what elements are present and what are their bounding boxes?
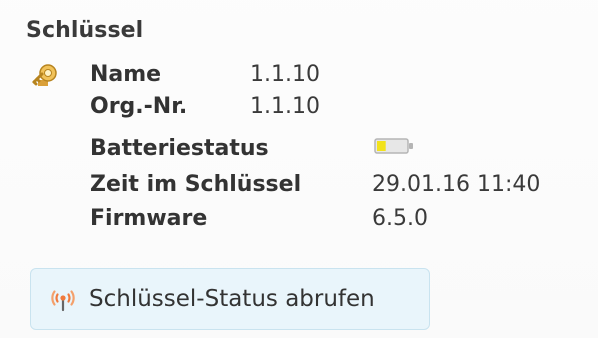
time-in-key-value: 29.01.16 11:40 [372,172,541,197]
name-label: Name [90,62,162,87]
key-icon [32,64,57,86]
signal-antenna-icon [51,290,75,312]
section-title: Schlüssel [26,18,144,43]
fetch-key-status-label: Schlüssel-Status abrufen [89,286,375,312]
org-nr-label: Org.-Nr. [90,94,188,119]
key-info-panel: Schlüssel Name 1.1.10 Org.-Nr. 1.1.10 Ba… [0,0,598,338]
battery-low-icon [374,138,413,154]
firmware-label: Firmware [90,206,208,231]
battery-status-label: Batteriestatus [90,136,269,161]
org-nr-value: 1.1.10 [250,94,320,119]
name-value: 1.1.10 [250,62,320,87]
time-in-key-label: Zeit im Schlüssel [90,172,302,197]
firmware-value: 6.5.0 [372,206,428,231]
fetch-key-status-button[interactable]: Schlüssel-Status abrufen [30,268,430,330]
